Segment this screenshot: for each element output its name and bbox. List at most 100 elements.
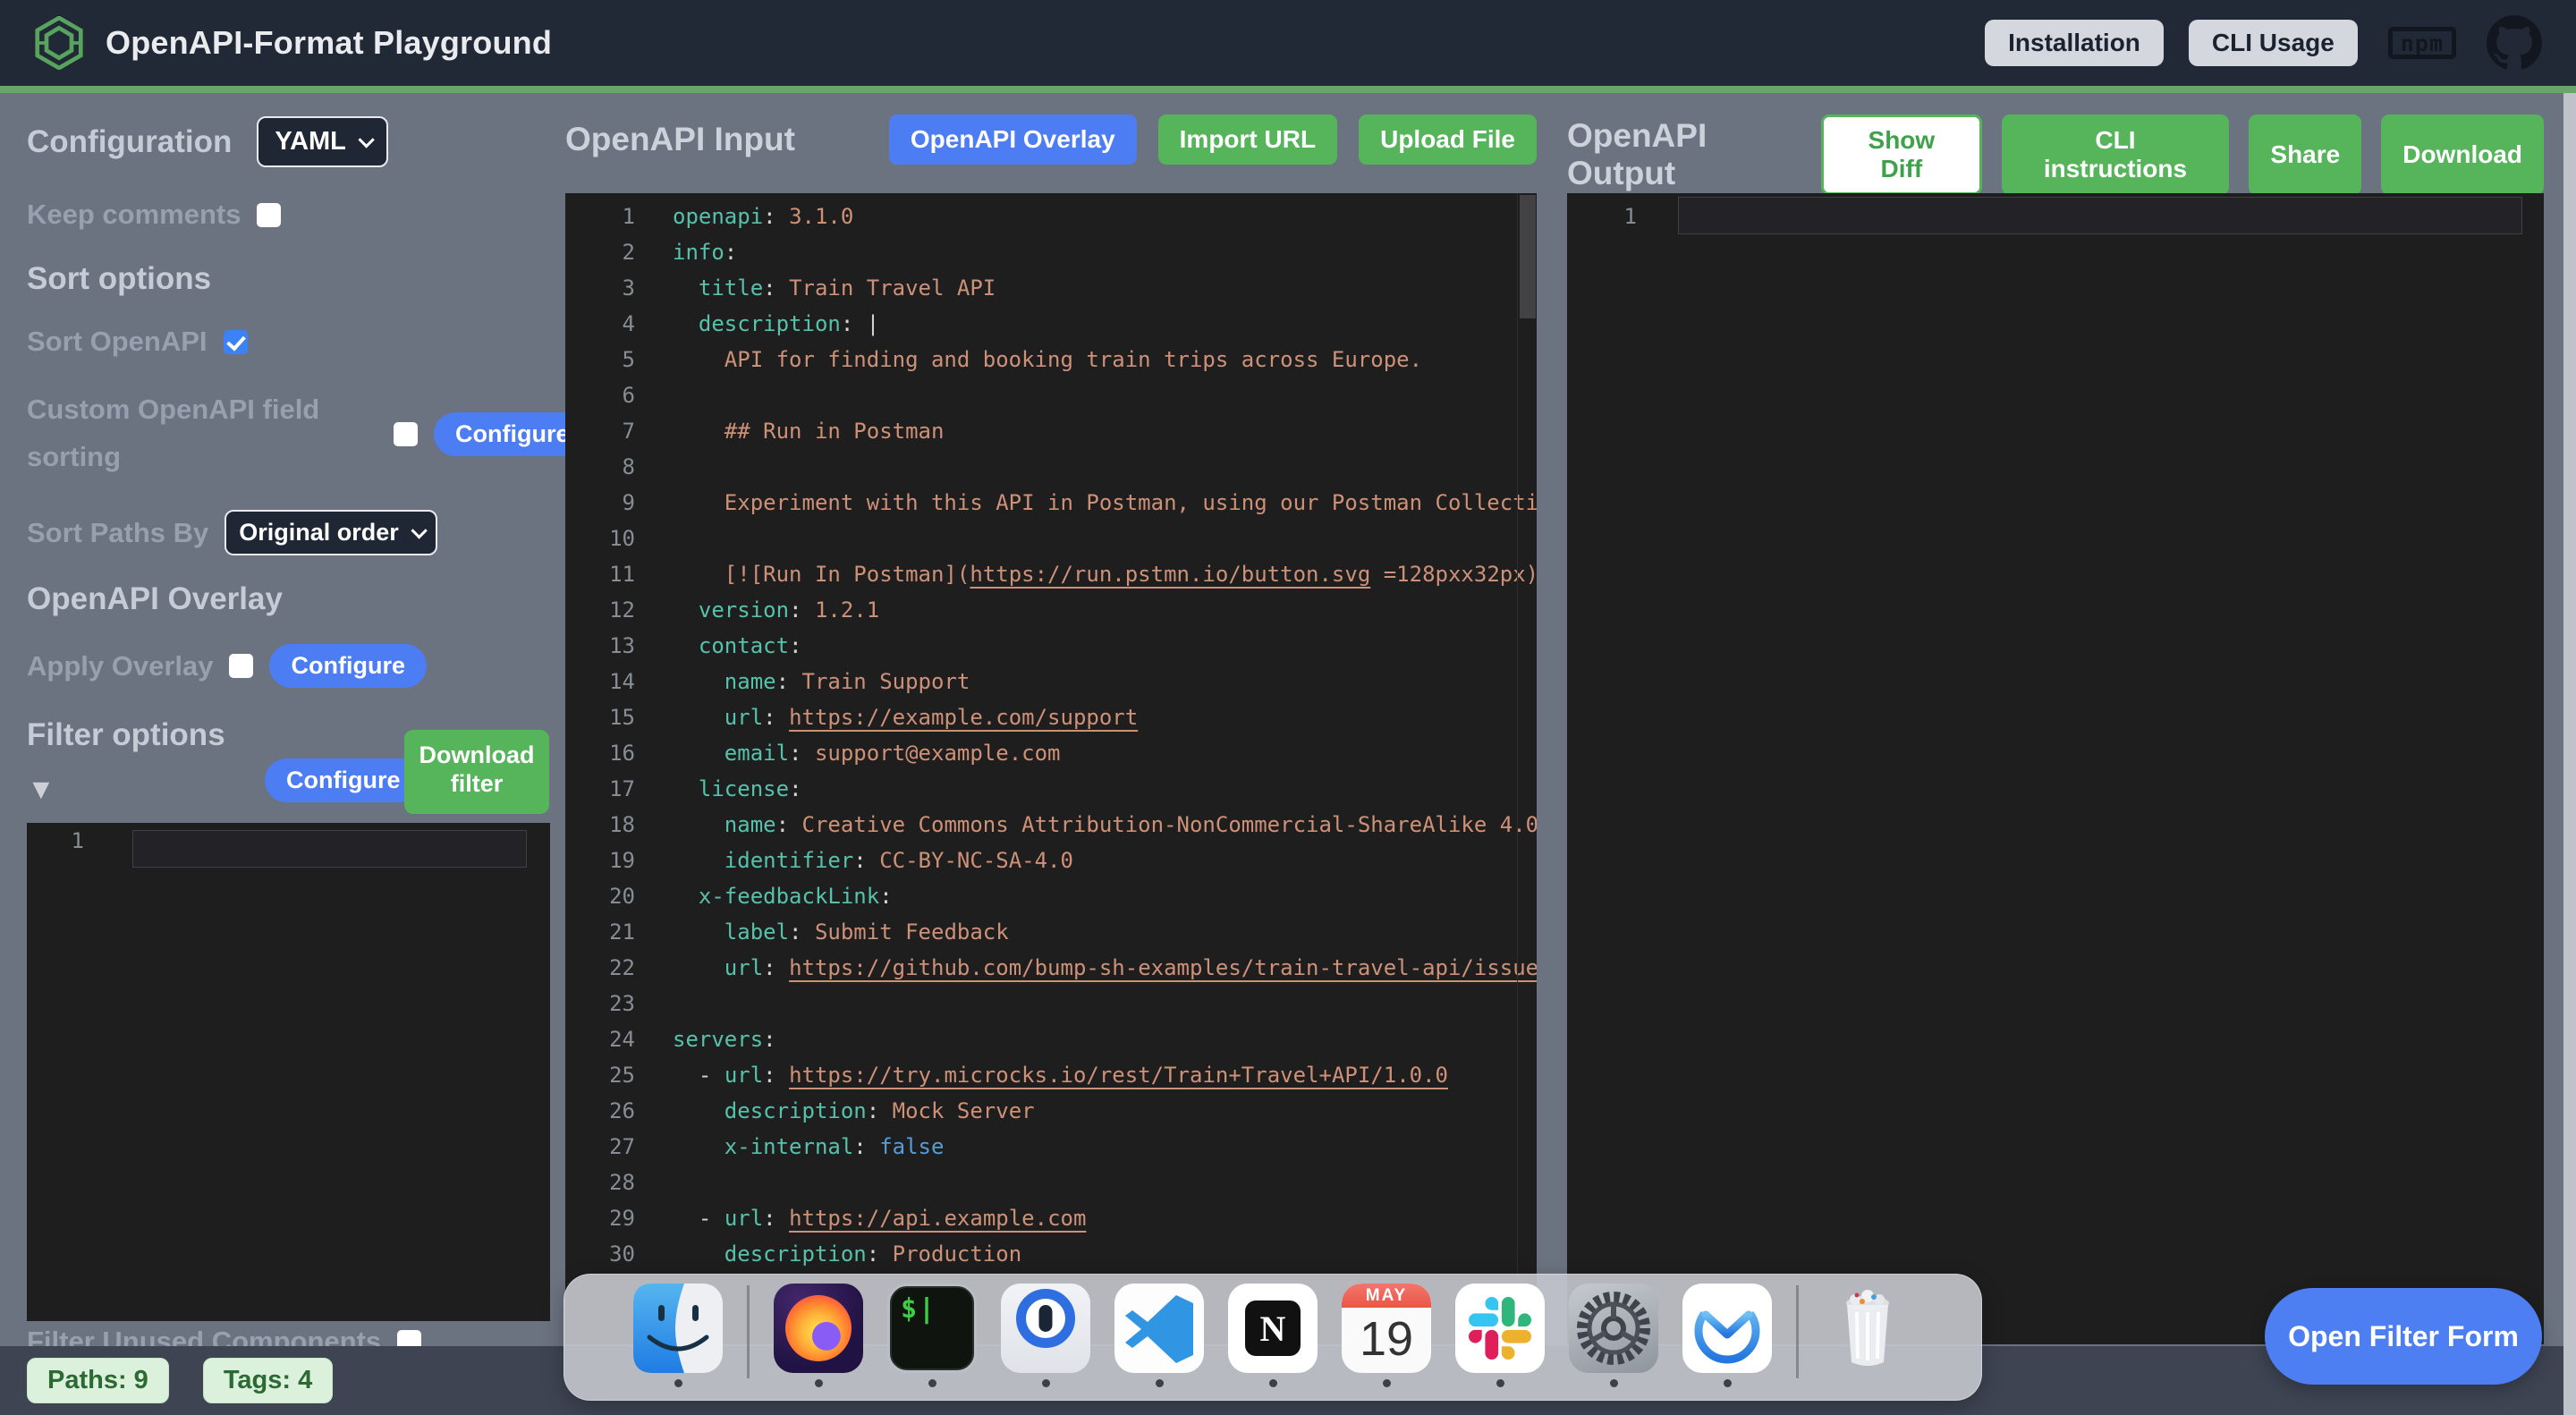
- line-number: 8: [565, 449, 635, 485]
- line-number: 9: [565, 485, 635, 521]
- line-number: 3: [565, 270, 635, 306]
- sort-openapi-row: Sort OpenAPI: [27, 326, 248, 358]
- sort-openapi-checkbox[interactable]: [224, 330, 248, 354]
- app-title: OpenAPI-Format Playground: [106, 24, 552, 62]
- line-number: 1: [27, 823, 84, 859]
- app-logo-icon: [34, 16, 84, 70]
- code-line: 23: [565, 986, 1537, 1021]
- editor-scrollbar[interactable]: [1517, 193, 1537, 1344]
- npm-icon[interactable]: npm: [2388, 27, 2456, 59]
- show-diff-button[interactable]: Show Diff: [1821, 114, 1981, 195]
- code-line: 30 description: Production: [565, 1236, 1537, 1272]
- installation-button[interactable]: Installation: [1985, 20, 2164, 66]
- editor-current-line: [132, 830, 527, 868]
- code-line: 27 x-internal: false: [565, 1129, 1537, 1165]
- terminal-dock-icon[interactable]: $|: [887, 1284, 977, 1387]
- settings-dock-icon[interactable]: [1569, 1284, 1658, 1387]
- macos-dock: $| N MAY19: [564, 1274, 1982, 1401]
- running-indicator-dot: [1042, 1379, 1050, 1387]
- vscode-dock-icon[interactable]: [1114, 1284, 1204, 1387]
- filter-editor[interactable]: 1: [27, 823, 550, 1321]
- code-line: 20 x-feedbackLink:: [565, 878, 1537, 914]
- onepassword-dock-icon[interactable]: [1001, 1284, 1090, 1387]
- code-line: 13 contact:: [565, 628, 1537, 664]
- scrollbar-thumb[interactable]: [1520, 195, 1536, 318]
- line-number: 20: [565, 878, 635, 914]
- code-line: 1openapi: 3.1.0: [565, 199, 1537, 234]
- line-number: 29: [565, 1200, 635, 1236]
- code-line: 24servers:: [565, 1021, 1537, 1057]
- finder-dock-icon[interactable]: [633, 1284, 723, 1387]
- apply-overlay-configure-button[interactable]: Configure: [269, 644, 427, 688]
- line-number: 11: [565, 556, 635, 592]
- overlay-heading-row: OpenAPI Overlay: [27, 581, 283, 617]
- format-select[interactable]: YAML: [257, 116, 388, 167]
- custom-sorting-label: Custom OpenAPI field sorting: [27, 386, 377, 480]
- sort-paths-select-value: Original order: [239, 519, 399, 547]
- line-number: 18: [565, 807, 635, 843]
- code-line: 4 description: |: [565, 306, 1537, 342]
- line-number: 19: [565, 843, 635, 878]
- sort-paths-row: Sort Paths By Original order: [27, 510, 437, 555]
- app-header: OpenAPI-Format Playground Installation C…: [0, 0, 2576, 86]
- openapi-overlay-button[interactable]: OpenAPI Overlay: [889, 114, 1137, 165]
- slack-dock-icon[interactable]: [1455, 1284, 1545, 1387]
- line-number: 26: [565, 1093, 635, 1129]
- download-filter-button[interactable]: Download filter: [404, 730, 549, 814]
- filter-options-heading: Filter options: [27, 717, 225, 753]
- keep-comments-checkbox[interactable]: [257, 203, 281, 227]
- page-scrollbar[interactable]: [2563, 93, 2576, 1415]
- import-url-button[interactable]: Import URL: [1158, 114, 1337, 165]
- line-number: 5: [565, 342, 635, 377]
- code-line: 8: [565, 449, 1537, 485]
- overlay-heading: OpenAPI Overlay: [27, 581, 283, 617]
- running-indicator-dot: [1724, 1379, 1732, 1387]
- code-line: 9 Experiment with this API in Postman, u…: [565, 485, 1537, 521]
- editor-current-line: [1678, 197, 2522, 234]
- running-indicator-dot: [1383, 1379, 1391, 1387]
- firefox-dock-icon[interactable]: [774, 1284, 863, 1387]
- code-line: 28: [565, 1165, 1537, 1200]
- input-panel-header: OpenAPI Input OpenAPI Overlay Import URL…: [565, 114, 1537, 165]
- collapse-triangle-icon[interactable]: ▼: [27, 773, 55, 806]
- code-line: 7 ## Run in Postman: [565, 413, 1537, 449]
- cli-usage-button[interactable]: CLI Usage: [2189, 20, 2358, 66]
- calendar-dock-icon[interactable]: MAY19: [1342, 1284, 1431, 1387]
- input-panel-title: OpenAPI Input: [565, 121, 795, 158]
- stat-badge: Paths: 9: [27, 1358, 169, 1403]
- code-line: 15 url: https://example.com/support: [565, 699, 1537, 735]
- input-code-editor[interactable]: 1openapi: 3.1.02info:3 title: Train Trav…: [565, 193, 1537, 1344]
- github-icon[interactable]: [2487, 15, 2542, 71]
- dock-separator: [1796, 1285, 1799, 1378]
- line-number: 13: [565, 628, 635, 664]
- filter-configure-button[interactable]: Configure: [265, 758, 422, 802]
- upload-file-button[interactable]: Upload File: [1359, 114, 1537, 165]
- share-button[interactable]: Share: [2249, 114, 2361, 195]
- sort-paths-select[interactable]: Original order: [225, 510, 437, 555]
- sort-options-heading-row: Sort options: [27, 261, 211, 297]
- notion-dock-icon[interactable]: N: [1228, 1284, 1318, 1387]
- code-line: 11 [![Run In Postman](https://run.pstmn.…: [565, 556, 1537, 592]
- apply-overlay-checkbox[interactable]: [229, 654, 253, 678]
- trash-dock-icon[interactable]: [1823, 1284, 1912, 1387]
- line-number: 28: [565, 1165, 635, 1200]
- custom-sorting-row: Custom OpenAPI field sorting Configure: [27, 386, 591, 481]
- line-number: 6: [565, 377, 635, 413]
- line-number: 17: [565, 771, 635, 807]
- code-line: 22 url: https://github.com/bump-sh-examp…: [565, 950, 1537, 986]
- custom-sorting-checkbox[interactable]: [394, 422, 418, 446]
- open-filter-form-button[interactable]: Open Filter Form: [2265, 1288, 2542, 1385]
- output-panel-title: OpenAPI Output: [1567, 117, 1821, 192]
- code-line: 29 - url: https://api.example.com: [565, 1200, 1537, 1236]
- running-indicator-dot: [674, 1379, 682, 1387]
- cli-instructions-button[interactable]: CLI instructions: [2002, 114, 2230, 195]
- line-number: 12: [565, 592, 635, 628]
- output-code-editor[interactable]: 1: [1567, 193, 2544, 1344]
- line-number: 2: [565, 234, 635, 270]
- download-button[interactable]: Download: [2381, 114, 2544, 195]
- airmail-dock-icon[interactable]: [1682, 1284, 1772, 1387]
- line-number: 14: [565, 664, 635, 699]
- line-number: 15: [565, 699, 635, 735]
- line-number: 25: [565, 1057, 635, 1093]
- line-number: 1: [565, 199, 635, 234]
